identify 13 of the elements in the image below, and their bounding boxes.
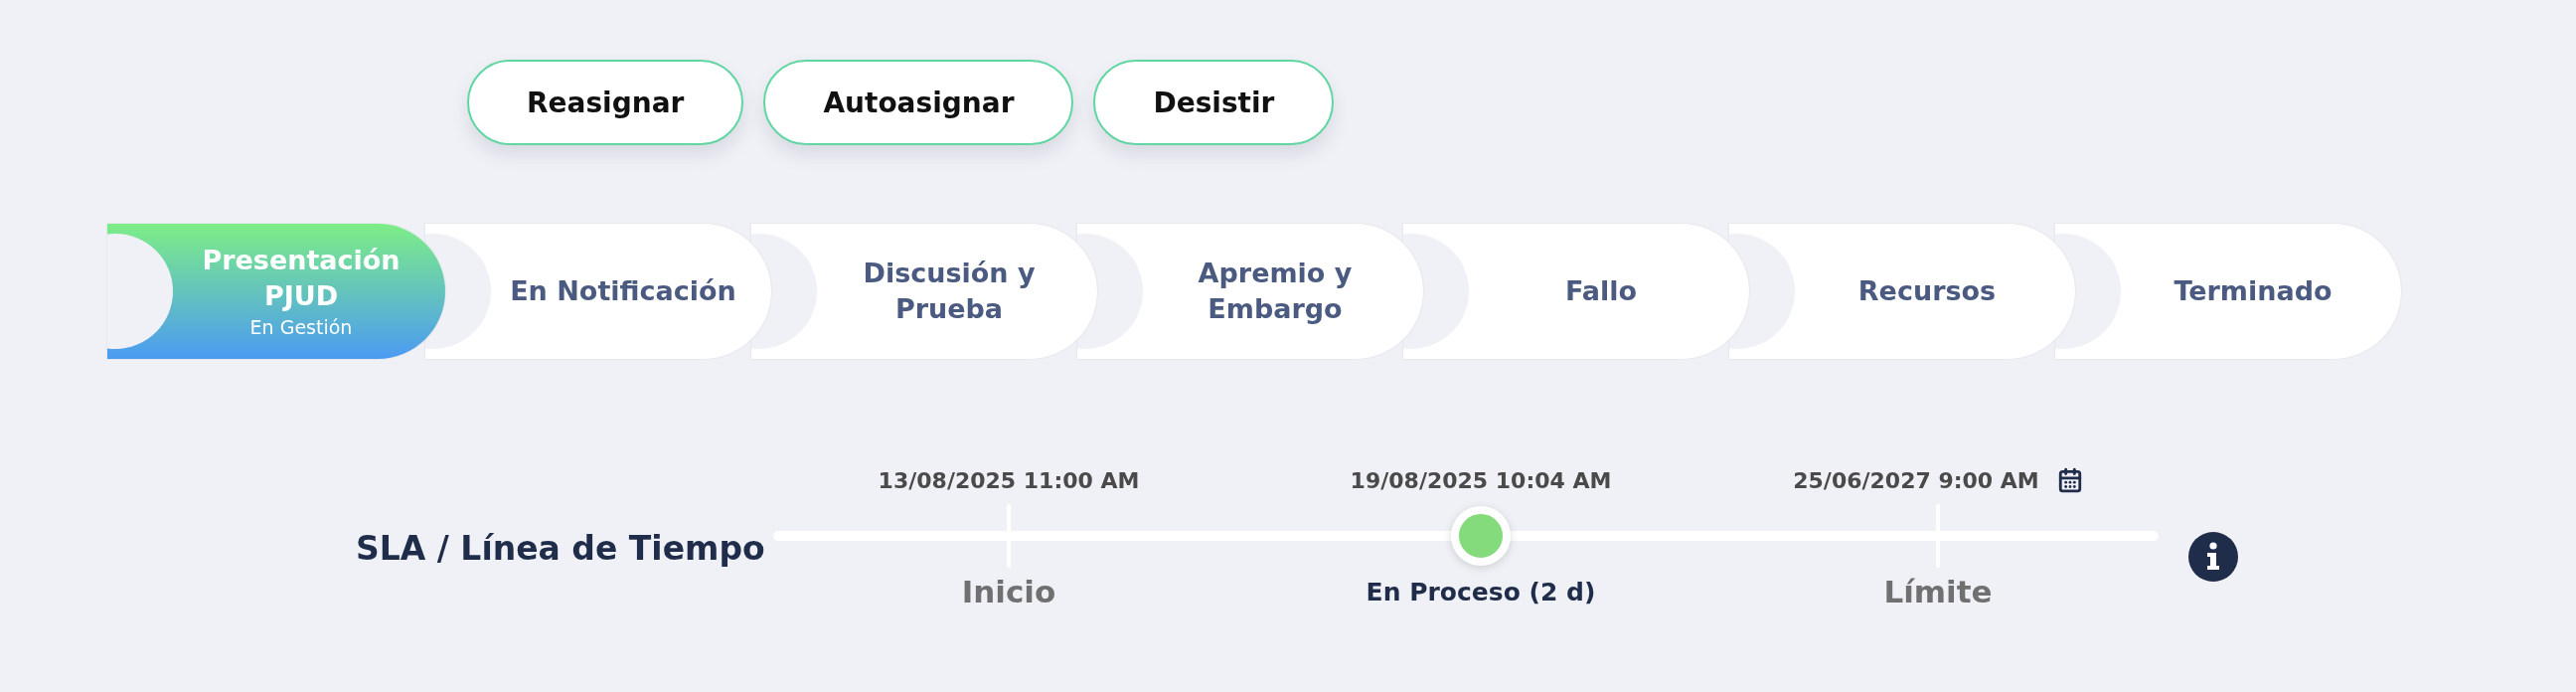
marker-label: Inicio [961, 574, 1056, 609]
info-icon[interactable] [2188, 532, 2238, 582]
marker-label: En Proceso (2 d) [1366, 577, 1596, 606]
date-text: 19/08/2025 10:04 AM [1350, 467, 1612, 493]
action-button[interactable]: Autoasignar [763, 60, 1074, 145]
marker-label: Límite [1883, 574, 1993, 609]
calendar-icon[interactable] [2056, 467, 2083, 493]
date-text: 25/06/2027 9:00 AM [1793, 467, 2039, 493]
timeline-title: SLA / Línea de Tiempo [356, 528, 766, 568]
date-text: 13/08/2025 11:00 AM [878, 467, 1140, 493]
action-button[interactable]: Reasignar [467, 60, 744, 145]
action-button[interactable]: Desistir [1093, 60, 1335, 145]
progress-dot [1451, 506, 1511, 566]
